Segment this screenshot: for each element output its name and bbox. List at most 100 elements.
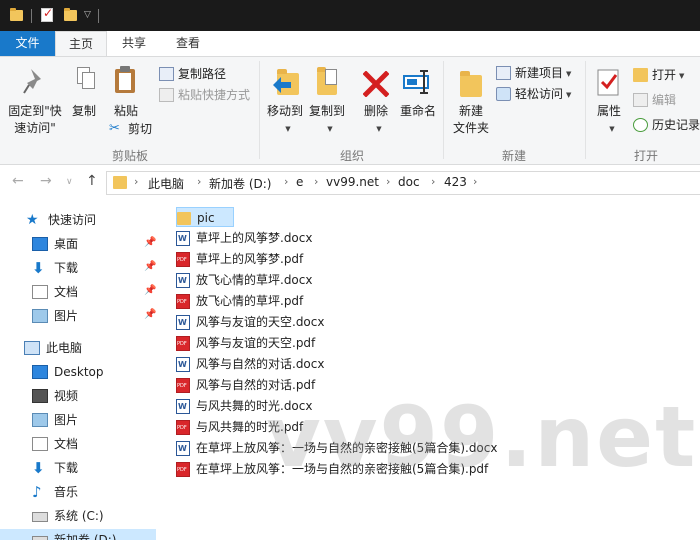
chevron-down-icon: ▼	[609, 125, 615, 133]
word-file-icon	[176, 357, 190, 372]
properties-check-icon	[597, 69, 619, 96]
delete-x-icon	[363, 71, 389, 97]
nav-item-label: 视频	[54, 389, 79, 403]
open-button[interactable]: 打开 ▼	[633, 66, 684, 84]
breadcrumb-e[interactable]: e	[296, 175, 303, 189]
organize-group-label: 组织	[339, 149, 364, 163]
copy-path-button[interactable]: 复制路径	[159, 65, 226, 83]
delete-button[interactable]: 删除 ▼	[357, 63, 395, 143]
nav-item-label: 音乐	[54, 485, 79, 499]
pdf-file-icon	[176, 420, 190, 435]
new-item-button[interactable]: 新建项目 ▼	[496, 64, 571, 82]
file-name: 草坪上的风筝梦.pdf	[196, 252, 304, 266]
history-label: 历史记录	[652, 118, 700, 132]
navigation-bar: ← → ∨ ↑ › 此电脑 › 新加卷 (D:) › e › vv99.net …	[0, 166, 700, 199]
separator	[98, 9, 99, 23]
file-name: 在草坪上放风筝：一场与自然的亲密接触(5篇合集).pdf	[196, 462, 489, 476]
nav-item-label: 图片	[54, 413, 79, 427]
chevron-down-icon: ▼	[327, 125, 333, 133]
cut-button[interactable]: ✂ 剪切	[109, 120, 152, 138]
open-group-label: 打开	[633, 149, 658, 163]
file-name: 与风共舞的时光.docx	[196, 399, 313, 413]
tab-file[interactable]: 文件	[0, 31, 55, 56]
paste-shortcut-icon	[159, 88, 174, 102]
pdf-file-icon	[176, 378, 190, 393]
chevron-right-icon[interactable]: ›	[473, 175, 477, 188]
copy-button[interactable]: 复制	[66, 63, 102, 143]
pdf-file-icon	[176, 462, 190, 477]
open-label: 打开	[652, 68, 677, 82]
rename-button[interactable]: 重命名	[397, 63, 439, 123]
group-separator	[443, 61, 444, 159]
group-separator	[259, 61, 260, 159]
pin-icon	[23, 69, 41, 94]
history-button[interactable]: 历史记录	[633, 116, 700, 134]
cut-label: 剪切	[128, 122, 153, 136]
file-name: 放飞心情的草坪.pdf	[196, 294, 304, 308]
tab-share[interactable]: 共享	[110, 31, 158, 56]
word-file-icon	[176, 399, 190, 414]
move-to-label: 移动到	[266, 104, 303, 118]
paste-shortcut-button[interactable]: 粘贴快捷方式	[159, 86, 250, 104]
edit-button[interactable]: 编辑	[633, 91, 676, 109]
properties-button[interactable]: 属性 ▼	[589, 63, 629, 143]
pin-icon[interactable]: 📌	[144, 237, 156, 248]
rename-icon	[403, 70, 429, 94]
nav-item-label: 文档	[54, 285, 79, 299]
copy-to-button[interactable]: 复制到 ▼	[307, 63, 347, 143]
ribbon-tabs: 文件 主页 共享 查看	[0, 31, 700, 57]
file-name: 风筝与友谊的天空.docx	[196, 315, 325, 329]
chevron-right-icon[interactable]: ›	[134, 175, 138, 188]
pin-quick-access-button[interactable]: 固定到"快 速访问"	[4, 63, 66, 143]
up-arrow-icon[interactable]: ↑	[86, 173, 98, 189]
chevron-right-icon[interactable]: ›	[284, 175, 288, 188]
new-folder-button[interactable]: 新建 文件夹	[448, 63, 494, 143]
pin-icon[interactable]: 📌	[144, 309, 156, 320]
new-folder-quick-icon[interactable]	[64, 8, 77, 21]
breadcrumb-drive-d[interactable]: 新加卷 (D:)	[209, 175, 271, 192]
easy-access-button[interactable]: 轻松访问 ▼	[496, 85, 571, 103]
chevron-down-icon: ▼	[376, 125, 382, 133]
pin-icon[interactable]: 📌	[144, 261, 156, 272]
new-item-icon	[496, 66, 511, 80]
tab-view[interactable]: 查看	[162, 31, 214, 56]
recent-locations-chevron-icon[interactable]: ∨	[66, 177, 73, 187]
chevron-right-icon[interactable]: ›	[386, 175, 390, 188]
clipboard-group-label: 剪贴板	[111, 149, 148, 163]
nav-quick-access-label: 快速访问	[48, 213, 97, 227]
easy-access-icon	[496, 87, 511, 101]
file-row[interactable]: pic	[176, 207, 234, 227]
download-arrow-icon: ⬇	[32, 459, 45, 477]
chevron-right-icon[interactable]: ›	[431, 175, 435, 188]
nav-item-label: 桌面	[54, 237, 79, 251]
nav-item-label: 新加卷 (D:)	[54, 533, 117, 540]
desktop-icon	[32, 365, 48, 379]
open-folder-icon	[633, 68, 648, 82]
breadcrumb-423[interactable]: 423	[444, 175, 467, 189]
nav-item-label: 下载	[54, 461, 79, 475]
title-bar: ▽	[0, 0, 700, 31]
address-bar[interactable]: › 此电脑 › 新加卷 (D:) › e › vv99.net › doc › …	[106, 171, 700, 195]
tab-home[interactable]: 主页	[55, 31, 107, 57]
breadcrumb-doc[interactable]: doc	[398, 175, 420, 189]
breadcrumb-this-pc[interactable]: 此电脑	[148, 175, 184, 192]
paste-button[interactable]: 粘贴	[106, 63, 146, 123]
breadcrumb-vv99[interactable]: vv99.net	[326, 175, 379, 189]
scissors-icon: ✂	[109, 121, 120, 136]
pin-quick-access-label: 固定到"快	[8, 104, 62, 118]
forward-arrow-icon[interactable]: →	[40, 173, 52, 189]
nav-item-drive-d[interactable]: 新加卷 (D:)	[0, 529, 156, 540]
chevron-right-icon[interactable]: ›	[197, 175, 201, 188]
properties-quick-icon[interactable]	[41, 6, 53, 22]
chevron-right-icon[interactable]: ›	[314, 175, 318, 188]
folder-icon	[113, 176, 127, 189]
file-name: pic	[197, 211, 215, 225]
pin-icon[interactable]: 📌	[144, 285, 156, 296]
easy-access-label: 轻松访问	[515, 87, 564, 101]
move-to-icon	[273, 67, 299, 97]
copy-label: 复制	[71, 104, 96, 118]
customize-quick-access-icon[interactable]: ▽	[84, 10, 91, 25]
move-to-button[interactable]: 移动到 ▼	[263, 63, 307, 143]
paste-label: 粘贴	[113, 104, 138, 118]
back-arrow-icon[interactable]: ←	[12, 173, 24, 189]
